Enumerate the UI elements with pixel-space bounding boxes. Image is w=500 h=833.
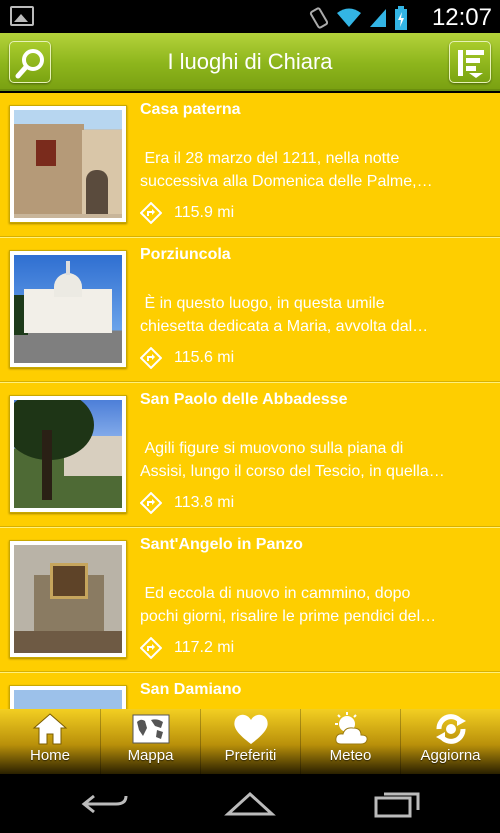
places-list: Casa paterna Era il 28 marzo del 1211, n… xyxy=(0,93,500,709)
list-item[interactable]: San Damiano xyxy=(0,673,500,709)
tab-label: Mappa xyxy=(127,747,174,764)
list-item[interactable]: San Paolo delle Abbadesse Agili figure s… xyxy=(0,383,500,528)
system-nav-bar xyxy=(0,774,500,833)
tab-favorites[interactable]: Preferiti xyxy=(200,709,300,774)
place-distance: 117.2 mi xyxy=(174,639,235,656)
signal-icon xyxy=(370,9,386,27)
directions-icon xyxy=(140,202,162,224)
recent-apps-icon[interactable] xyxy=(372,790,422,818)
tab-label: Aggiorna xyxy=(420,747,481,764)
home-icon xyxy=(32,713,68,745)
sort-list-icon xyxy=(458,50,484,78)
list-item[interactable]: Casa paterna Era il 28 marzo del 1211, n… xyxy=(0,93,500,238)
list-item[interactable]: Sant'Angelo in Panzo Ed eccola di nuovo … xyxy=(0,528,500,673)
clock: 12:07 xyxy=(431,4,492,31)
tab-label: Preferiti xyxy=(224,747,277,764)
place-excerpt: Agili figure si muovono sulla piana di A… xyxy=(140,440,445,480)
place-excerpt: Ed eccola di nuovo in cammino, dopo poch… xyxy=(140,585,437,625)
distance-row: 113.8 mi xyxy=(140,492,234,514)
distance-row: 115.9 mi xyxy=(140,202,234,224)
place-excerpt: È in questo luogo, in questa umile chies… xyxy=(140,295,429,335)
tab-home[interactable]: Home xyxy=(0,709,100,774)
place-thumbnail xyxy=(9,105,127,223)
wifi-icon xyxy=(337,8,361,27)
tab-map[interactable]: Mappa xyxy=(100,709,200,774)
tab-label: Meteo xyxy=(329,747,372,764)
home-nav-icon[interactable] xyxy=(224,790,276,818)
place-thumbnail xyxy=(9,685,127,709)
gallery-notification-icon xyxy=(10,6,34,26)
tab-refresh[interactable]: Aggiorna xyxy=(400,709,500,774)
app-header: I luoghi di Chiara xyxy=(0,33,500,91)
distance-row: 117.2 mi xyxy=(140,637,234,659)
page-title: I luoghi di Chiara xyxy=(167,49,333,74)
directions-icon xyxy=(140,637,162,659)
list-item[interactable]: Porziuncola È in questo luogo, in questa… xyxy=(0,238,500,383)
vibrate-icon xyxy=(309,7,329,29)
sort-button[interactable] xyxy=(449,41,491,83)
tab-label: Home xyxy=(29,747,70,764)
place-name: Porziuncola xyxy=(140,246,231,263)
map-icon xyxy=(132,714,169,744)
status-icons xyxy=(308,6,408,30)
place-distance: 115.9 mi xyxy=(174,204,235,221)
place-name: San Damiano xyxy=(140,681,242,698)
place-excerpt: Era il 28 marzo del 1211, nella notte su… xyxy=(140,150,433,190)
directions-icon xyxy=(140,347,162,369)
refresh-icon xyxy=(435,714,466,744)
place-name: Sant'Angelo in Panzo xyxy=(140,536,303,553)
status-bar: 12:07 xyxy=(0,0,500,33)
place-name: San Paolo delle Abbadesse xyxy=(140,391,348,408)
tab-weather[interactable]: Meteo xyxy=(300,709,400,774)
weather-icon xyxy=(334,712,368,745)
distance-row: 115.6 mi xyxy=(140,347,234,369)
place-distance: 113.8 mi xyxy=(174,494,235,511)
place-thumbnail xyxy=(9,540,127,658)
place-thumbnail xyxy=(9,395,127,513)
bottom-tab-bar: Home Mappa Preferiti Meteo Aggiorna xyxy=(0,709,500,774)
place-thumbnail xyxy=(9,250,127,368)
place-distance: 115.6 mi xyxy=(174,349,235,366)
battery-icon xyxy=(395,6,407,30)
heart-icon xyxy=(233,714,268,744)
place-name: Casa paterna xyxy=(140,101,241,118)
directions-icon xyxy=(140,492,162,514)
back-icon[interactable] xyxy=(80,790,130,818)
